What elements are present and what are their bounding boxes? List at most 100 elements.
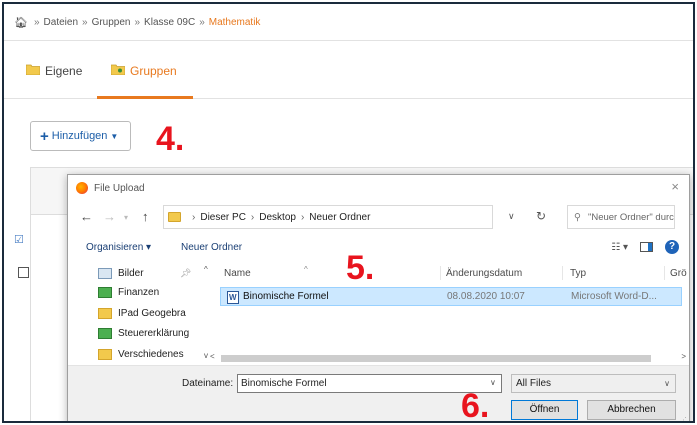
tree-item-bilder[interactable]: Bilder: [98, 268, 144, 279]
group-folder-icon: [110, 64, 126, 78]
path-item-pc[interactable]: Dieser PC: [200, 212, 246, 223]
file-date: 08.08.2020 10:07: [447, 291, 525, 302]
organize-menu[interactable]: Organisieren ▾: [86, 242, 151, 253]
tab-gruppen[interactable]: Gruppen: [110, 64, 177, 78]
recent-dropdown-icon[interactable]: ▾: [124, 213, 128, 222]
breadcrumb-item-klasse[interactable]: Klasse 09C: [144, 17, 195, 28]
file-list-scrollbar[interactable]: < >: [208, 352, 688, 364]
app-frame: 🏠︎ » Dateien » Gruppen » Klasse 09C » Ma…: [2, 2, 695, 423]
path-item-desktop[interactable]: Desktop: [259, 212, 296, 223]
view-options-icon[interactable]: ☷ ▾: [611, 242, 628, 253]
resize-grip-icon[interactable]: ⋰: [680, 416, 687, 421]
add-button[interactable]: + Hinzufügen ▼: [30, 121, 131, 151]
dialog-title-bar: File Upload: [76, 182, 145, 194]
column-label: Name: [224, 268, 251, 279]
up-icon[interactable]: ↑: [142, 209, 149, 224]
search-placeholder: "Neuer Ordner" durchsuchen: [587, 211, 674, 223]
path-item-folder[interactable]: Neuer Ordner: [309, 212, 370, 223]
help-icon[interactable]: ?: [665, 240, 679, 254]
tree-scrollbar[interactable]: ^ v: [204, 263, 214, 365]
finance-folder-icon: [98, 287, 112, 298]
tree-item-finanzen[interactable]: Finanzen: [98, 287, 159, 298]
dialog-title: File Upload: [94, 182, 145, 194]
cancel-button[interactable]: Abbrechen: [587, 400, 676, 420]
word-document-icon: [227, 291, 239, 304]
address-bar[interactable]: › Dieser PC › Desktop › Neuer Ordner: [163, 205, 493, 229]
scroll-up-icon[interactable]: ^: [204, 265, 208, 274]
file-upload-dialog: File Upload × ← → ▾ ↑ › Dieser PC › Desk…: [67, 174, 691, 421]
file-type-filter[interactable]: All Files ∨: [511, 374, 676, 393]
row-checkbox[interactable]: [18, 267, 29, 278]
breadcrumb: 🏠︎ » Dateien » Gruppen » Klasse 09C » Ma…: [14, 16, 260, 29]
view-controls: ☷ ▾ ?: [611, 240, 679, 254]
tab-label: Gruppen: [130, 64, 177, 78]
firefox-icon: [76, 182, 88, 194]
tab-label: Eigene: [45, 64, 83, 78]
dialog-footer: Dateiname: Binomische Formel ∨ All Files…: [68, 365, 689, 421]
filename-dropdown-icon[interactable]: ∨: [490, 378, 496, 387]
chevron-down-icon: ▼: [110, 131, 119, 141]
tab-bar: Eigene Gruppen: [4, 56, 693, 99]
breadcrumb-separator: »: [33, 17, 40, 28]
tree-item-label: Bilder: [118, 268, 144, 279]
path-separator-icon: ›: [300, 211, 305, 223]
tree-item-ipad-geogebra[interactable]: IPad Geogebra: [98, 308, 186, 319]
sort-icon: ^: [304, 265, 308, 274]
breadcrumb-item-dateien[interactable]: Dateien: [44, 17, 78, 28]
column-divider: [562, 266, 563, 280]
forward-icon[interactable]: →: [103, 209, 116, 224]
breadcrumb-separator: »: [134, 17, 141, 28]
tree-item-label: Finanzen: [118, 287, 160, 298]
file-name: Binomische Formel: [243, 291, 329, 302]
pin-icon[interactable]: 📌︎: [180, 268, 191, 279]
column-header-size[interactable]: Grö: [670, 268, 687, 279]
search-input[interactable]: ⚲ "Neuer Ordner" durchsuchen: [567, 205, 675, 229]
folder-icon: [25, 64, 41, 78]
scroll-left-icon[interactable]: <: [210, 352, 215, 361]
column-header-type[interactable]: Typ: [570, 268, 586, 279]
dialog-toolbar: Organisieren ▾ Neuer Ordner ☷ ▾ ?: [68, 237, 689, 259]
filter-value: All Files: [516, 378, 552, 389]
add-button-label: Hinzufügen: [51, 130, 108, 142]
filename-label: Dateiname:: [182, 378, 234, 389]
column-header-date[interactable]: Änderungsdatum: [446, 268, 522, 279]
open-button[interactable]: Öffnen: [511, 400, 578, 420]
scroll-right-icon[interactable]: >: [681, 352, 686, 361]
path-separator-icon: ›: [250, 211, 255, 223]
navigation-tree: Bilder Finanzen IPad Geogebra Steuererkl…: [94, 263, 217, 365]
folder-icon: [98, 308, 112, 319]
column-divider: [440, 266, 441, 280]
home-icon[interactable]: 🏠︎: [14, 16, 28, 29]
breadcrumb-separator: »: [199, 17, 205, 28]
check-all-icon[interactable]: ☑: [14, 233, 24, 246]
plus-icon: +: [40, 127, 49, 145]
pictures-icon: [98, 268, 112, 279]
tree-item-verschiedenes[interactable]: Verschiedenes: [98, 349, 184, 360]
folder-icon: [98, 349, 112, 360]
divider: [4, 40, 693, 41]
breadcrumb-separator: »: [82, 17, 88, 28]
scrollbar-thumb[interactable]: [221, 355, 651, 362]
tab-eigene[interactable]: Eigene: [25, 64, 83, 78]
folder-icon: [168, 212, 181, 222]
back-icon[interactable]: ←: [80, 209, 93, 224]
tree-item-label: Verschiedenes: [118, 349, 184, 360]
new-folder-button[interactable]: Neuer Ordner: [181, 242, 242, 253]
finance-folder-icon: [98, 328, 112, 339]
search-icon: ⚲: [574, 211, 581, 223]
annotation-step-5: 5.: [346, 249, 375, 287]
breadcrumb-current: Mathematik: [208, 17, 261, 28]
preview-pane-icon[interactable]: [640, 242, 653, 252]
breadcrumb-item-gruppen[interactable]: Gruppen: [92, 17, 131, 28]
file-list: ^ Name Änderungsdatum Typ Grö Binomische…: [218, 263, 691, 365]
file-row-selected[interactable]: Binomische Formel 08.08.2020 10:07 Micro…: [220, 287, 682, 306]
tree-item-steuererklaerung[interactable]: Steuererklärung: [98, 328, 189, 339]
file-type: Microsoft Word-D...: [571, 291, 657, 302]
column-header-name[interactable]: ^ Name: [224, 265, 308, 279]
chevron-down-icon: ∨: [664, 379, 670, 388]
annotation-step-4: 4.: [156, 120, 185, 158]
close-icon[interactable]: ×: [671, 179, 679, 194]
refresh-icon[interactable]: ↻: [536, 209, 546, 223]
address-dropdown-icon[interactable]: ∨: [508, 211, 515, 222]
navigation-bar: ← → ▾ ↑ › Dieser PC › Desktop › Neuer Or…: [68, 203, 689, 233]
